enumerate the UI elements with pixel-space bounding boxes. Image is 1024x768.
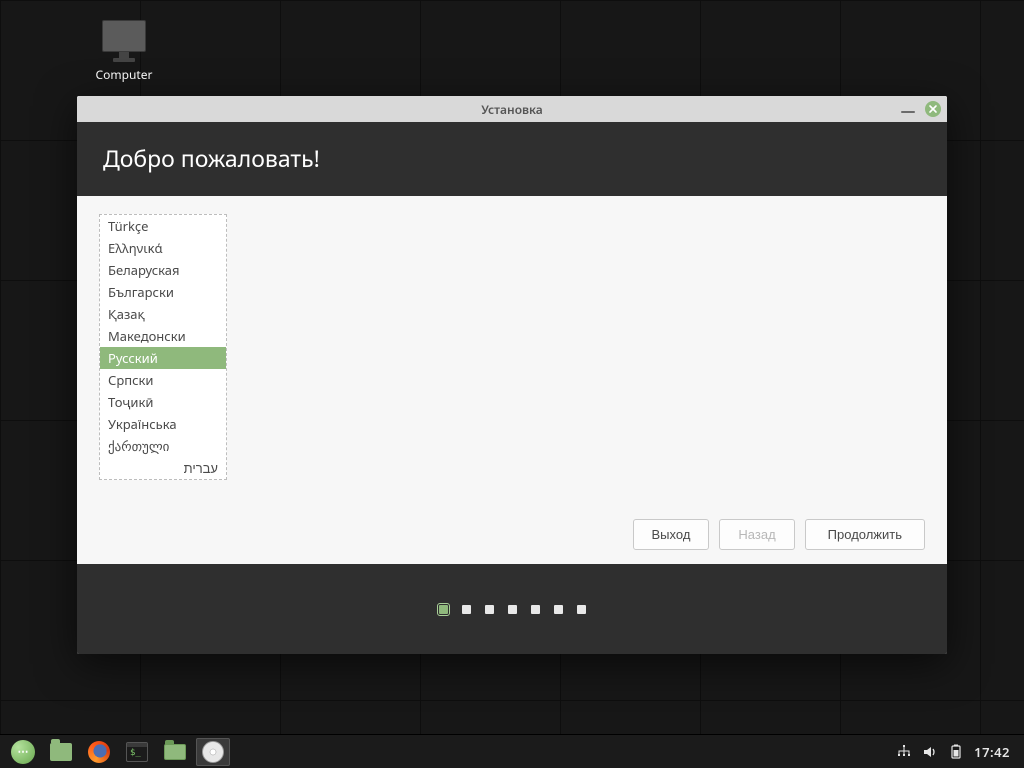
start-menu-button[interactable]: ⋯ (6, 738, 40, 766)
terminal-launcher[interactable] (120, 738, 154, 766)
window-controls (901, 96, 941, 122)
progress-dot[interactable] (439, 605, 448, 614)
language-option[interactable]: Қазақ (100, 303, 226, 325)
terminal-icon (126, 742, 148, 762)
installer-content: TürkçeΕλληνικάБеларускаяБългарскиҚазақМа… (77, 196, 947, 564)
language-option[interactable]: Тоҷикӣ (100, 391, 226, 413)
desktop-panel-icon (50, 743, 72, 761)
mint-logo-icon: ⋯ (11, 740, 35, 764)
installer-window: Установка Добро пожаловать! TürkçeΕλληνι… (77, 96, 947, 654)
window-titlebar[interactable]: Установка (77, 96, 947, 122)
close-icon (928, 104, 938, 114)
progress-dot[interactable] (531, 605, 540, 614)
disc-icon (202, 741, 224, 763)
language-option[interactable]: Русский (100, 347, 226, 369)
folder-icon (164, 744, 186, 760)
language-option[interactable]: Български (100, 281, 226, 303)
back-button: Назад (719, 519, 794, 550)
desktop-icon-computer[interactable]: Computer (88, 20, 160, 83)
firefox-launcher[interactable] (82, 738, 116, 766)
language-option[interactable]: ქართული (100, 435, 226, 457)
language-option[interactable]: Ελληνικά (100, 237, 226, 259)
progress-dot[interactable] (577, 605, 586, 614)
taskbar-clock[interactable]: 17:42 (974, 743, 1010, 761)
language-option[interactable]: Türkçe (100, 215, 226, 237)
minimize-button[interactable] (901, 111, 915, 113)
close-button[interactable] (925, 101, 941, 117)
language-option[interactable]: Українська (100, 413, 226, 435)
volume-icon[interactable] (922, 744, 938, 760)
language-option[interactable]: Беларуская (100, 259, 226, 281)
network-icon[interactable] (896, 744, 912, 760)
firefox-icon (88, 741, 110, 763)
language-option[interactable]: Српски (100, 369, 226, 391)
files-launcher[interactable] (158, 738, 192, 766)
taskbar: ⋯ 17:42 (0, 734, 1024, 768)
monitor-icon (102, 20, 146, 62)
system-tray: 17:42 (888, 743, 1018, 761)
progress-dot[interactable] (485, 605, 494, 614)
show-desktop-button[interactable] (44, 738, 78, 766)
quit-button[interactable]: Выход (633, 519, 710, 550)
battery-icon[interactable] (948, 744, 964, 760)
wizard-button-row: Выход Назад Продолжить (633, 519, 925, 550)
continue-button[interactable]: Продолжить (805, 519, 925, 550)
installer-heading-band: Добро пожаловать! (77, 122, 947, 196)
window-title: Установка (481, 101, 543, 118)
progress-dots (77, 564, 947, 654)
progress-dot[interactable] (508, 605, 517, 614)
language-list[interactable]: TürkçeΕλληνικάБеларускаяБългарскиҚазақМа… (99, 214, 227, 480)
desktop-icon-label: Computer (96, 66, 153, 83)
language-option[interactable]: עברית (100, 457, 226, 479)
progress-dot[interactable] (462, 605, 471, 614)
language-option[interactable]: Македонски (100, 325, 226, 347)
installer-heading: Добро пожаловать! (103, 142, 320, 174)
progress-dot[interactable] (554, 605, 563, 614)
installer-task-button[interactable] (196, 738, 230, 766)
